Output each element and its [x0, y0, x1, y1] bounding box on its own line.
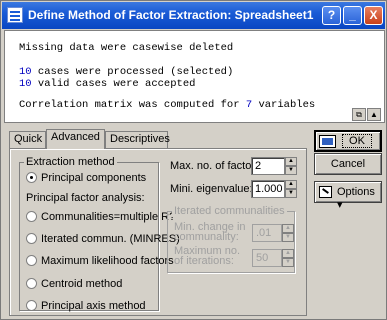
- output-line-valid: 10 valid cases were accepted: [19, 78, 384, 91]
- spin-up-icon: ▲: [282, 249, 294, 258]
- min-eigen-spinner[interactable]: ▲ ▼: [285, 180, 297, 198]
- valid-text: valid cases were accepted: [31, 78, 196, 90]
- dialog-window: Define Method of Factor Extraction: Spre…: [0, 0, 387, 320]
- window-title: Define Method of Factor Extraction: Spre…: [28, 8, 314, 22]
- advanced-panel: Extraction method Principal components P…: [9, 148, 307, 316]
- ok-button[interactable]: OK: [314, 130, 382, 152]
- spin-down-icon: ▼: [285, 189, 297, 198]
- radio-principal-axis[interactable]: Principal axis method: [26, 300, 146, 312]
- processed-count: 10: [19, 65, 32, 78]
- ok-icon: [319, 135, 336, 148]
- processed-text: cases were processed (selected): [31, 65, 234, 78]
- max-iter-spinner[interactable]: ▲ ▼: [282, 249, 294, 267]
- radio-communalities[interactable]: Communalities=multiple R?: [26, 211, 175, 223]
- radio-principal-components[interactable]: Principal components: [26, 172, 146, 184]
- close-button[interactable]: X: [364, 6, 383, 25]
- extraction-method-title: Extraction method: [24, 156, 117, 168]
- min-eigen-input[interactable]: 1.000: [251, 180, 285, 198]
- spin-up-icon: ▲: [282, 224, 294, 233]
- extraction-method-group: Extraction method Principal components P…: [19, 156, 180, 312]
- copy-icon[interactable]: ⧉: [352, 108, 366, 121]
- spin-down-icon: ▼: [282, 233, 294, 242]
- min-eigen-label: Mini. eigenvalue:: [170, 183, 253, 195]
- radio-max-likelihood[interactable]: Maximum likelihood factors: [26, 255, 174, 267]
- correlation-end: variables: [252, 98, 316, 111]
- min-change-label: Min. change in communality:: [174, 221, 246, 243]
- max-iter-input[interactable]: 50: [252, 249, 282, 267]
- iterated-communalities-title: Iterated communalities: [172, 205, 287, 217]
- tab-advanced[interactable]: Advanced: [46, 129, 105, 149]
- max-factors-label: Max. no. of factors:: [170, 160, 264, 172]
- spin-down-icon: ▼: [282, 258, 294, 267]
- radio-iterated[interactable]: Iterated commun. (MINRES): [26, 233, 180, 245]
- title-bar[interactable]: Define Method of Factor Extraction: Spre…: [2, 2, 385, 29]
- minimize-button[interactable]: _: [343, 6, 362, 25]
- valid-count: 10: [19, 78, 32, 90]
- spin-down-icon: ▼: [285, 166, 297, 175]
- iterated-communalities-group: Iterated communalities Min. change in com…: [167, 205, 295, 273]
- radio-selected-icon[interactable]: [26, 172, 37, 183]
- radio-icon[interactable]: [26, 255, 37, 266]
- app-icon: [7, 7, 23, 23]
- options-button[interactable]: Options ▾: [314, 181, 382, 211]
- tab-descriptives[interactable]: Descriptives: [105, 131, 170, 148]
- arrow-up-icon[interactable]: ▲: [367, 108, 381, 121]
- min-change-input[interactable]: .01: [252, 224, 282, 242]
- max-factors-input[interactable]: 2: [251, 157, 285, 175]
- spin-up-icon: ▲: [285, 180, 297, 189]
- output-line-missing: Missing data were casewise deleted: [19, 42, 234, 54]
- output-line-processed: 10 cases were processed (selected): [19, 66, 384, 79]
- min-change-spinner[interactable]: ▲ ▼: [282, 224, 294, 242]
- radio-icon[interactable]: [26, 300, 37, 311]
- pfa-label: Principal factor analysis:: [26, 192, 145, 204]
- radio-icon[interactable]: [26, 233, 37, 244]
- radio-centroid[interactable]: Centroid method: [26, 278, 122, 290]
- radio-icon[interactable]: [26, 211, 37, 222]
- tab-quick[interactable]: Quick: [9, 131, 46, 148]
- spin-up-icon: ▲: [285, 157, 297, 166]
- cancel-button[interactable]: Cancel: [314, 153, 382, 175]
- max-iter-label: Maximum no. of iterations:: [174, 245, 241, 267]
- help-button[interactable]: ?: [322, 6, 341, 25]
- options-icon: [319, 186, 332, 198]
- correlation-text: Correlation matrix was computed for: [19, 98, 246, 111]
- radio-icon[interactable]: [26, 278, 37, 289]
- output-text-area: Missing data were casewise deleted 10 ca…: [4, 30, 385, 123]
- output-line-correlation: Correlation matrix was computed for 7 va…: [19, 99, 384, 112]
- max-factors-spinner[interactable]: ▲ ▼: [285, 157, 297, 175]
